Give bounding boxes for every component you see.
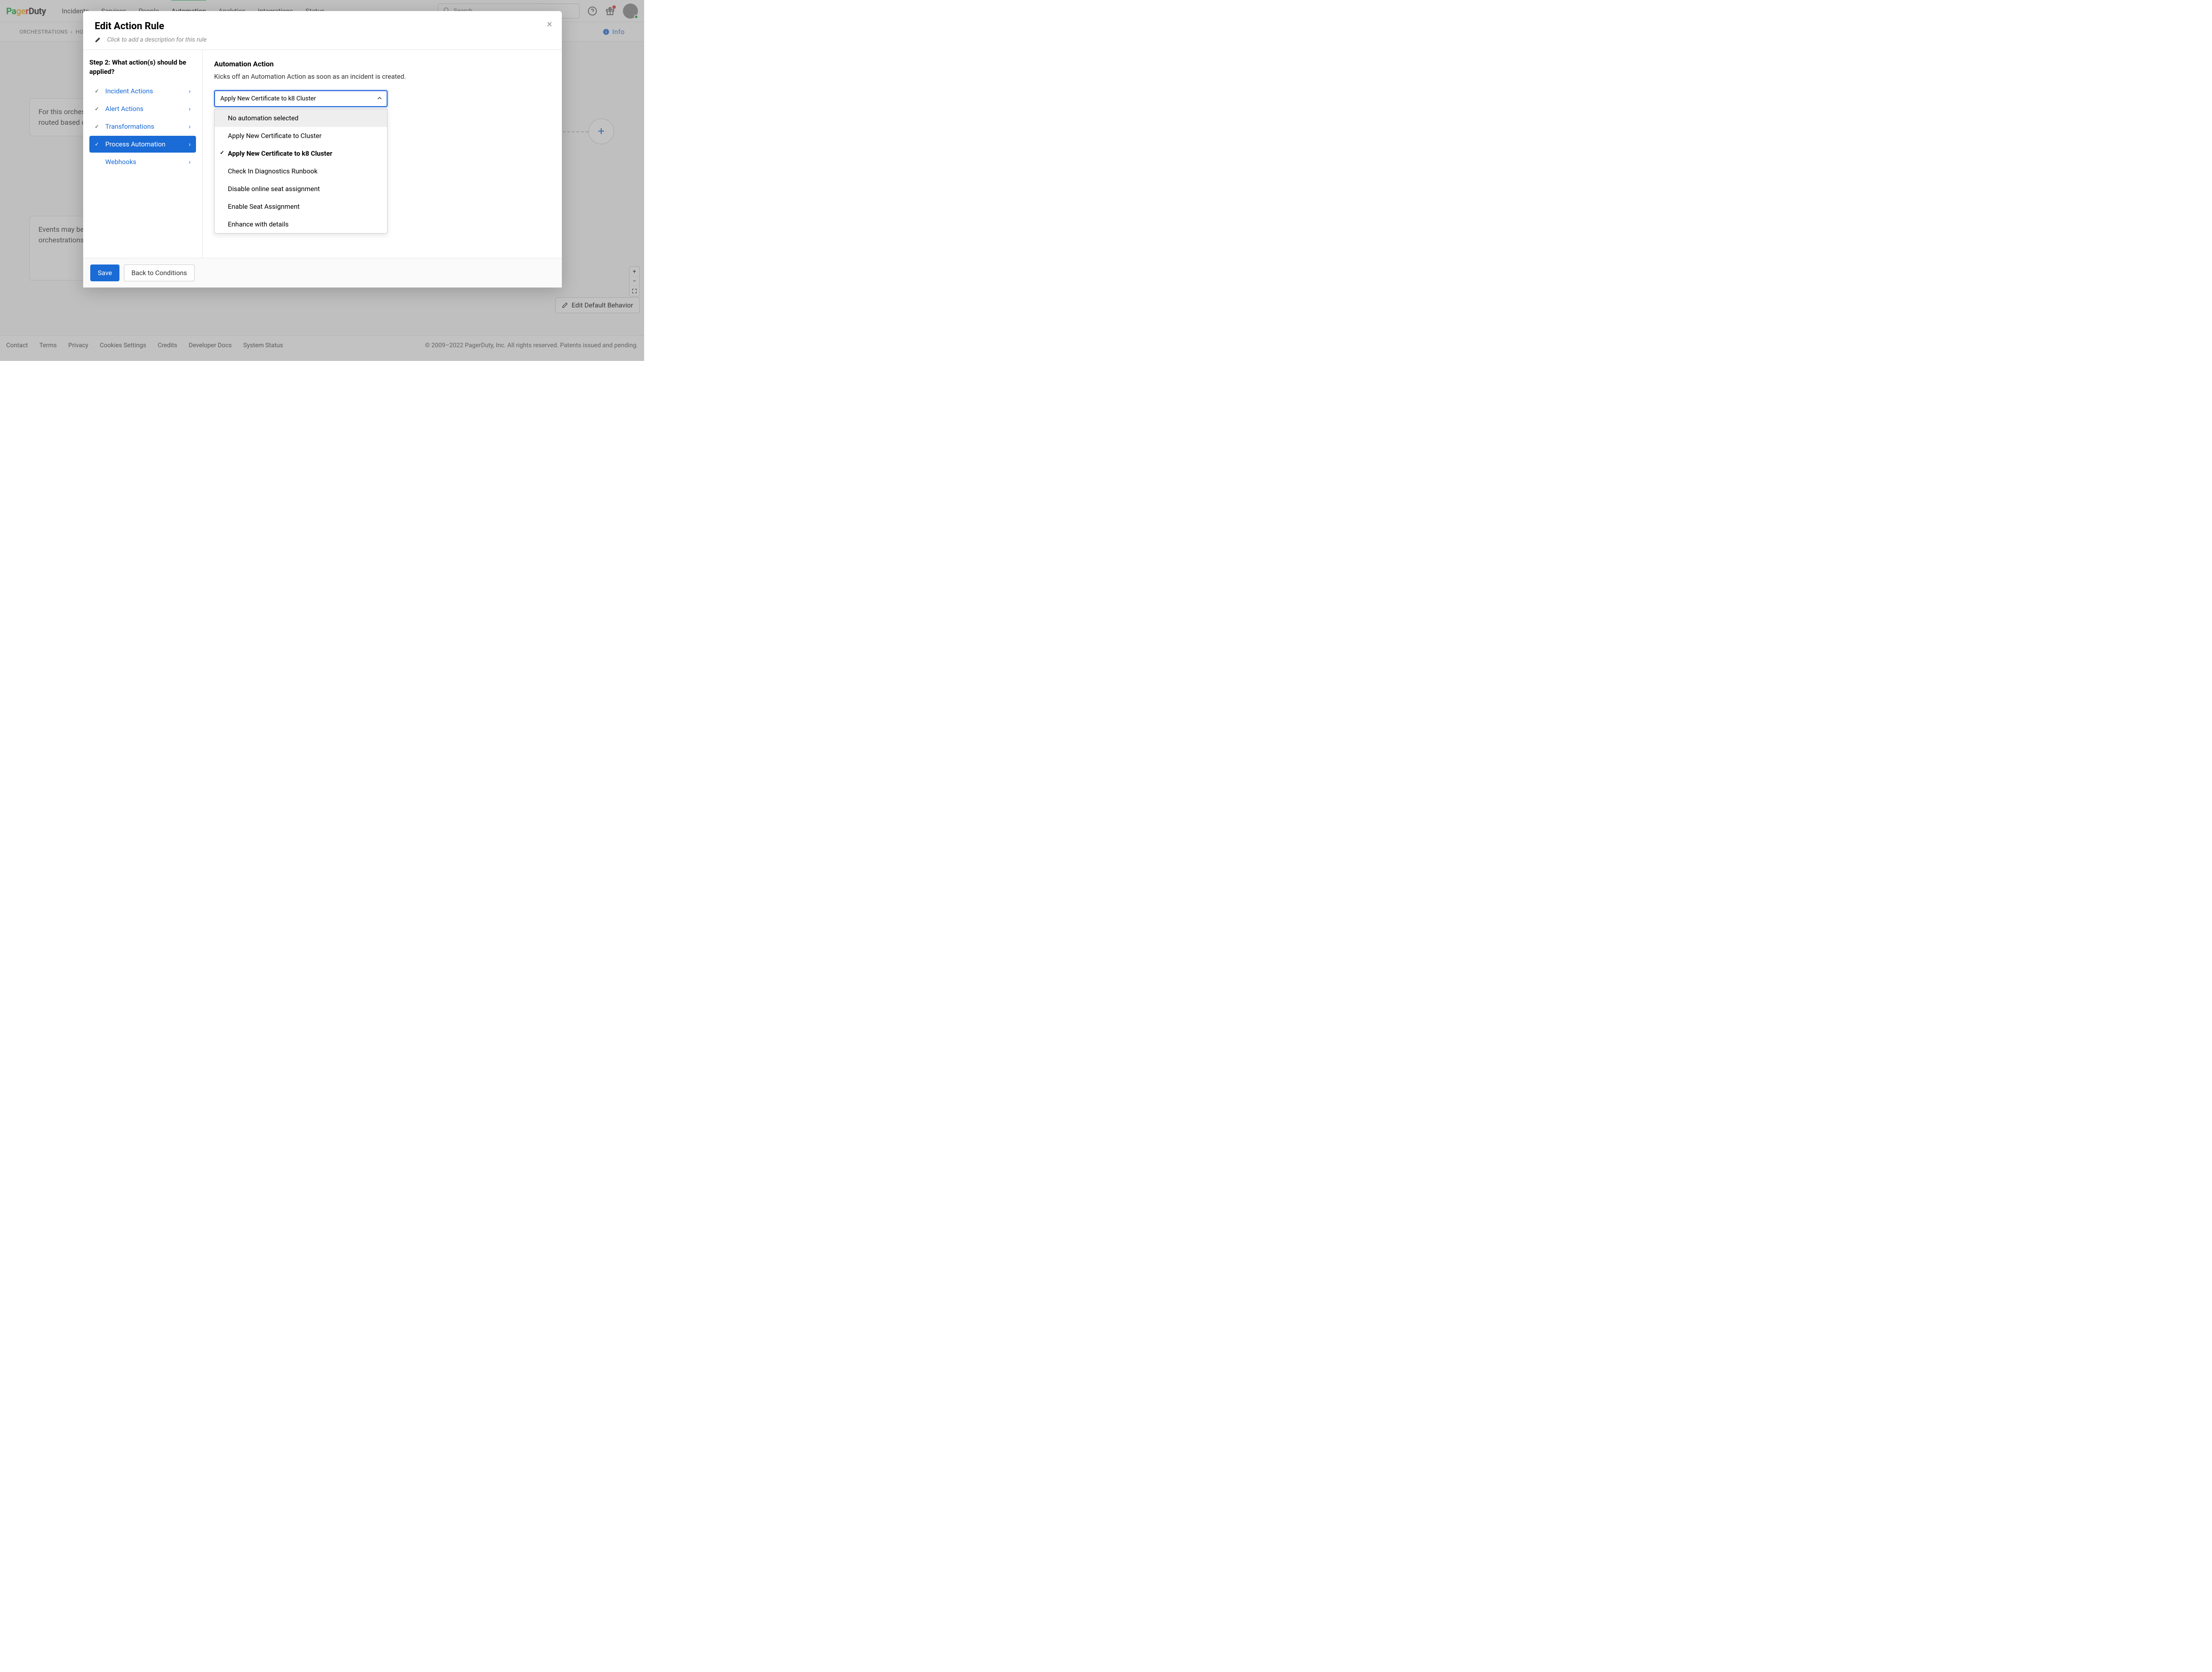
- chevron-right-icon: ›: [188, 140, 191, 148]
- check-icon: ✓: [95, 88, 101, 94]
- step-alert-actions[interactable]: ✓ Alert Actions ›: [89, 100, 196, 117]
- step-webhooks[interactable]: Webhooks ›: [89, 153, 196, 170]
- chevron-right-icon: ›: [188, 158, 191, 166]
- option[interactable]: Check In Diagnostics Runbook: [215, 162, 387, 180]
- step-label: Incident Actions: [105, 87, 153, 95]
- pencil-icon: [95, 37, 101, 43]
- panel-heading: Automation Action: [214, 60, 550, 68]
- description-field[interactable]: Click to add a description for this rule: [95, 36, 550, 43]
- step-label: Transformations: [105, 123, 154, 130]
- steps-sidebar: Step 2: What action(s) should be applied…: [83, 50, 203, 258]
- step-incident-actions[interactable]: ✓ Incident Actions ›: [89, 83, 196, 100]
- combobox-value[interactable]: Apply New Certificate to k8 Cluster: [214, 90, 388, 107]
- back-button[interactable]: Back to Conditions: [124, 265, 195, 281]
- description-placeholder: Click to add a description for this rule: [107, 36, 207, 43]
- step-transformations[interactable]: ✓ Transformations ›: [89, 118, 196, 135]
- close-icon[interactable]: ×: [547, 19, 552, 30]
- step-label: Process Automation: [105, 140, 165, 148]
- chevron-right-icon: ›: [188, 87, 191, 95]
- chevron-up-icon: [376, 95, 383, 104]
- edit-action-modal: Edit Action Rule Click to add a descript…: [83, 11, 562, 288]
- action-panel: Automation Action Kicks off an Automatio…: [203, 50, 562, 258]
- step-label: Webhooks: [105, 158, 136, 166]
- step-heading: Step 2: What action(s) should be applied…: [89, 58, 196, 77]
- modal-title: Edit Action Rule: [95, 21, 550, 32]
- chevron-right-icon: ›: [188, 105, 191, 113]
- option[interactable]: Enhance with details: [215, 215, 387, 233]
- save-button[interactable]: Save: [90, 265, 119, 281]
- chevron-right-icon: ›: [188, 123, 191, 130]
- step-process-automation[interactable]: ✓ Process Automation ›: [89, 136, 196, 153]
- check-icon: ✓: [95, 141, 101, 147]
- panel-subtext: Kicks off an Automation Action as soon a…: [214, 73, 550, 81]
- check-icon: ✓: [95, 123, 101, 130]
- option[interactable]: No automation selected: [215, 109, 387, 127]
- option[interactable]: Apply New Certificate to k8 Cluster: [215, 145, 387, 162]
- automation-combobox[interactable]: Apply New Certificate to k8 Cluster No a…: [214, 90, 388, 107]
- combobox-dropdown: No automation selectedApply New Certific…: [214, 109, 388, 234]
- step-label: Alert Actions: [105, 105, 143, 113]
- option[interactable]: Disable online seat assignment: [215, 180, 387, 198]
- option[interactable]: Apply New Certificate to Cluster: [215, 127, 387, 145]
- option[interactable]: Enable Seat Assignment: [215, 198, 387, 215]
- check-icon: ✓: [95, 106, 101, 112]
